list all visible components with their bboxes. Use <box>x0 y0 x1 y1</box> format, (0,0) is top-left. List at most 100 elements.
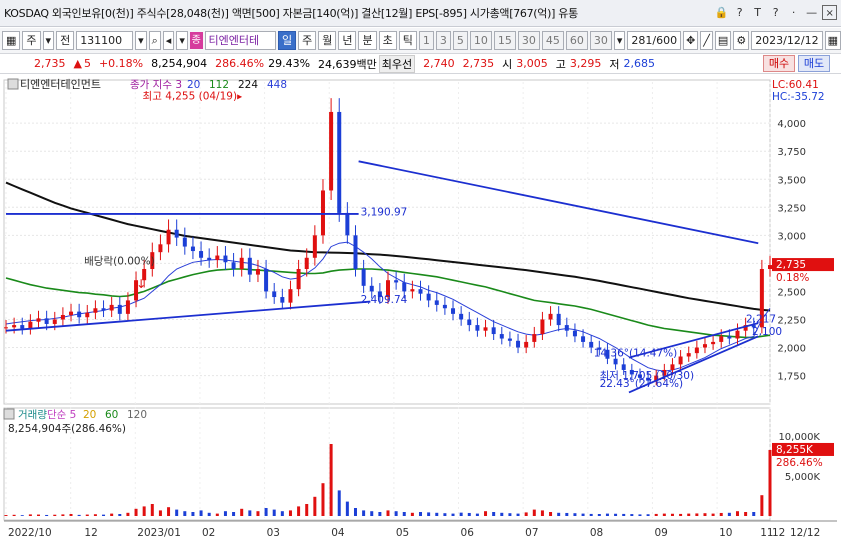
date-field[interactable]: 2023/12/12 <box>751 31 823 50</box>
price-tick-label: 2,250 <box>777 315 806 326</box>
count-field[interactable]: 281/600 <box>627 31 682 50</box>
volume-bar <box>654 513 658 516</box>
candle-body <box>20 325 25 329</box>
candle-body <box>532 334 537 342</box>
stock-name-field[interactable]: 티엔엔터테 <box>204 31 276 50</box>
volume-bar <box>329 444 333 516</box>
candle-body <box>524 341 529 348</box>
chart-title: 티엔엔터테인먼트 <box>20 78 101 91</box>
candle-body <box>686 353 691 357</box>
volume-bar <box>687 513 691 516</box>
volume-bar <box>565 512 569 516</box>
trade-amount: 24,639백만 <box>318 57 377 71</box>
candle-body <box>85 312 90 318</box>
volume-bar <box>719 512 723 516</box>
candle-body <box>264 268 269 292</box>
speaker-icon[interactable]: ◂ <box>162 31 175 50</box>
period-tab-day[interactable]: 일 <box>277 31 297 50</box>
candle-body <box>255 268 260 275</box>
candle-body <box>491 327 496 335</box>
volume-bar <box>581 513 585 516</box>
volume-bar <box>711 513 715 516</box>
stock-chart[interactable]: 4,0003,7503,5003,2503,0002,7502,5002,250… <box>0 76 841 544</box>
date-picker-icon[interactable]: ▦ <box>824 31 841 50</box>
volume-bar <box>77 514 81 516</box>
stock-code-input[interactable]: 131100 <box>76 31 134 50</box>
interval-button-30[interactable]: 30 <box>517 31 540 50</box>
question-icon[interactable]: ? <box>768 5 783 20</box>
settings-icon[interactable]: · <box>786 5 801 20</box>
minimize-icon[interactable]: — <box>804 5 819 20</box>
interval-button-10[interactable]: 10 <box>469 31 492 50</box>
volume-bar <box>297 506 301 516</box>
candle-body <box>694 347 699 354</box>
angle-label: 22.43°(27.64%) <box>600 378 684 390</box>
candle-body <box>166 229 171 245</box>
candle-body <box>540 319 545 335</box>
candle-body <box>272 291 277 298</box>
price-tick-label: 3,500 <box>777 175 806 186</box>
calendar-icon[interactable]: ▤ <box>714 31 732 50</box>
help-icon[interactable]: ? <box>732 5 747 20</box>
candle-body <box>499 334 504 339</box>
candle-body <box>353 235 358 269</box>
volume-legend-item: 60 <box>105 409 118 421</box>
interval-button-3[interactable]: 3 <box>435 31 451 50</box>
interval-select[interactable]: 30 <box>589 31 612 50</box>
period-tab-month[interactable]: 월 <box>318 31 337 50</box>
list-dropdown-icon[interactable]: ▾ <box>176 31 188 50</box>
draw-line-icon[interactable]: ╱ <box>700 31 713 50</box>
candle-body <box>394 280 399 283</box>
volume-bar <box>321 483 325 516</box>
text-icon[interactable]: T <box>750 5 765 20</box>
volume-bar <box>760 495 764 516</box>
lc-label: LC:60.41 <box>772 79 819 91</box>
volume-bar <box>443 513 447 516</box>
close-icon[interactable]: × <box>822 5 837 20</box>
period-tab-year[interactable]: 년 <box>338 31 357 50</box>
interval-button-15[interactable]: 15 <box>493 31 516 50</box>
interval-button-60[interactable]: 60 <box>565 31 588 50</box>
high-price: 3,295 <box>569 57 602 70</box>
gear-icon[interactable]: ⚙ <box>733 31 750 50</box>
period-tab-tick[interactable]: 틱 <box>398 31 417 50</box>
volume-bar <box>142 506 146 516</box>
sell-button[interactable]: 매도 <box>798 55 830 72</box>
chart-kind-button[interactable]: 전 <box>56 31 75 50</box>
x-tick-label: 09 <box>654 527 667 539</box>
market-select[interactable]: 주 <box>22 31 41 50</box>
x-tick-label: 03 <box>267 527 280 539</box>
volume-bar <box>28 514 32 516</box>
legend-item: 448 <box>267 79 287 91</box>
hc-label: HC:-35.72 <box>772 91 825 103</box>
code-dropdown-icon[interactable]: ▾ <box>135 31 147 50</box>
interval-button-5[interactable]: 5 <box>452 31 468 50</box>
period-tab-second[interactable]: 초 <box>378 31 397 50</box>
buy-button[interactable]: 매수 <box>763 55 795 72</box>
volume-bar <box>126 512 130 516</box>
volume-bar <box>280 511 284 516</box>
period-tab-minute[interactable]: 분 <box>358 31 377 50</box>
candle-body <box>727 336 732 339</box>
candle-body <box>60 314 65 320</box>
lock-icon[interactable]: 🔒 <box>714 5 729 20</box>
trendline-value-label: 2,217 <box>746 313 776 325</box>
grid-icon[interactable]: ▦ <box>2 31 21 50</box>
volume-bar <box>378 512 382 516</box>
price-tick-label: 3,000 <box>777 231 806 242</box>
crosshair-icon[interactable]: ✥ <box>683 31 699 50</box>
interval-button-1[interactable]: 1 <box>418 31 434 50</box>
volume-bar <box>85 514 89 516</box>
interval-button-45[interactable]: 45 <box>541 31 564 50</box>
volume-bar <box>232 512 236 516</box>
period-tab-week[interactable]: 주 <box>298 31 317 50</box>
volume-bar <box>662 513 666 516</box>
volume-value: 8,254,904 <box>151 57 208 70</box>
chevron-down-icon[interactable]: ▾ <box>42 31 55 50</box>
interval-dropdown-icon[interactable]: ▾ <box>613 31 626 50</box>
count-total: /600 <box>652 34 678 47</box>
candle-body <box>711 341 716 345</box>
search-icon[interactable]: ⌕ <box>148 31 161 50</box>
candle-body <box>52 319 57 324</box>
volume-bar <box>191 512 195 516</box>
